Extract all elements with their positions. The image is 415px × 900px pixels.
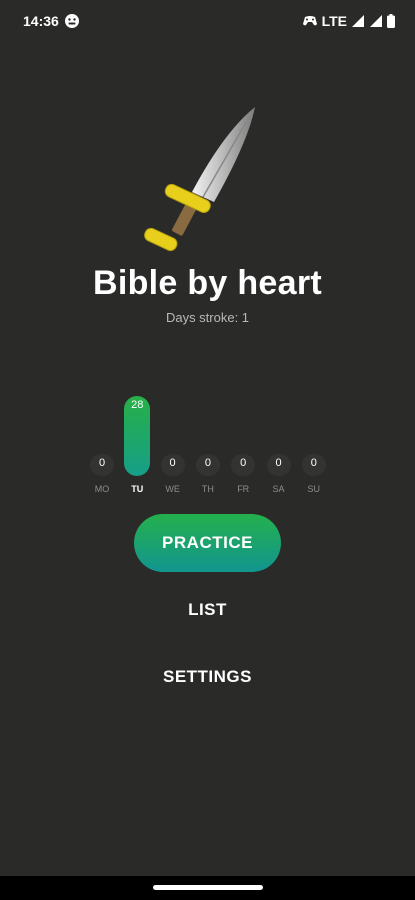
home-indicator[interactable]: [153, 885, 263, 890]
dagger-icon: [144, 107, 255, 252]
status-time: 14:36: [23, 13, 59, 29]
day-value-we: 0: [169, 457, 176, 469]
day-value-su: 0: [310, 457, 317, 469]
network-type: LTE: [321, 13, 347, 29]
settings-button[interactable]: SETTINGS: [0, 667, 415, 687]
day-label-th: TH: [201, 484, 214, 494]
status-icons: LTE: [302, 13, 395, 29]
signal-icon: [352, 15, 364, 27]
day-label-we: WE: [165, 484, 180, 494]
status-bar: 14:36 LTE: [0, 0, 415, 44]
days-streak: Days stroke: 1: [165, 310, 250, 325]
day-value-sa: 0: [275, 457, 282, 469]
day-label-mo: MO: [94, 484, 110, 494]
signal-icon: [370, 15, 382, 27]
day-value-mo: 0: [98, 457, 106, 469]
day-label-tu: TU: [131, 484, 144, 494]
day-value-th: 0: [204, 457, 211, 469]
practice-button[interactable]: PRACTICE: [134, 514, 281, 572]
day-label-sa: SA: [272, 484, 285, 494]
day-value-fr: 0: [240, 457, 247, 469]
weekly-chart: 0 MO 28 TU 0 WE 0 TH 0 FR 0 SA 0 SU: [0, 380, 415, 500]
face-icon: [65, 14, 79, 28]
game-controller-icon: [302, 16, 317, 26]
app-title: Bible by heart: [92, 264, 323, 302]
list-button[interactable]: LIST: [0, 600, 415, 620]
battery-icon: [387, 14, 395, 28]
day-value-tu: 28: [131, 399, 144, 411]
day-label-fr: FR: [237, 484, 250, 494]
day-label-su: SU: [307, 484, 321, 494]
